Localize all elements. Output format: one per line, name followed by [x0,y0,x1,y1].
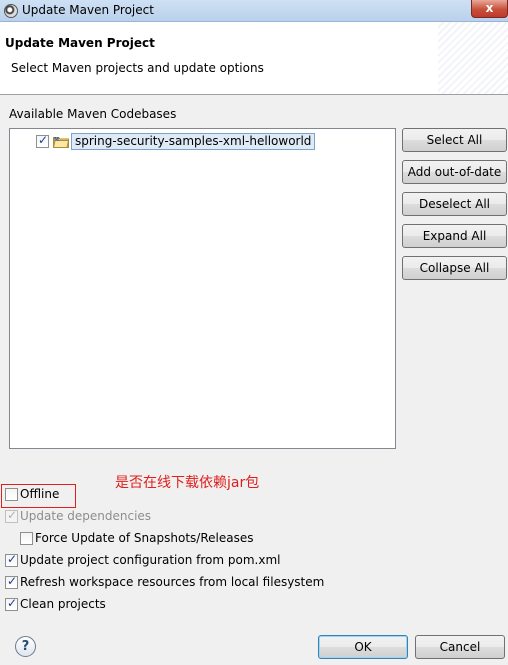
maven-folder-icon: M [53,137,69,148]
codebases-tree[interactable]: M spring-security-samples-xml-helloworld [9,128,396,449]
help-icon[interactable]: ? [15,636,36,657]
collapse-all-button[interactable]: Collapse All [402,256,507,280]
header-banner-graphic [438,22,508,94]
refresh-workspace-checkbox[interactable] [5,574,18,589]
tree-item-project[interactable]: M spring-security-samples-xml-helloworld [10,132,395,150]
update-config-checkbox[interactable] [5,552,18,567]
update-dependencies-label: Update dependencies [20,509,152,523]
annotation-note: 是否在线下载依赖jar包 [115,475,260,491]
select-all-button[interactable]: Select All [402,128,507,152]
offline-checkbox[interactable] [5,488,18,501]
window-title: Update Maven Project [22,3,154,17]
force-update-label[interactable]: Force Update of Snapshots/Releases [35,531,253,545]
force-update-checkbox[interactable] [20,532,33,545]
deselect-all-button[interactable]: Deselect All [402,192,507,216]
offline-label[interactable]: Offline [20,487,59,501]
cancel-button[interactable]: Cancel [415,635,505,659]
eclipse-app-icon [4,4,18,18]
clean-projects-checkbox[interactable] [5,596,18,611]
close-button[interactable]: x [471,0,508,18]
update-dependencies-checkbox [5,508,18,523]
clean-projects-label[interactable]: Clean projects [20,597,106,611]
header-title: Update Maven Project [5,36,155,50]
ok-button[interactable]: OK [318,635,408,659]
dialog-header: Update Maven Project Select Maven projec… [0,22,508,95]
update-config-label[interactable]: Update project configuration from pom.xm… [20,553,280,567]
project-checkbox[interactable] [36,133,49,148]
project-label[interactable]: spring-security-samples-xml-helloworld [71,133,316,150]
expand-all-button[interactable]: Expand All [402,224,507,248]
refresh-workspace-label[interactable]: Refresh workspace resources from local f… [20,575,324,589]
svg-text:M: M [54,137,59,143]
codebases-label: Available Maven Codebases [9,107,177,121]
header-description: Select Maven projects and update options [11,61,264,75]
add-out-of-date-button[interactable]: Add out-of-date [402,160,507,184]
title-bar[interactable]: Update Maven Project x [0,0,508,22]
